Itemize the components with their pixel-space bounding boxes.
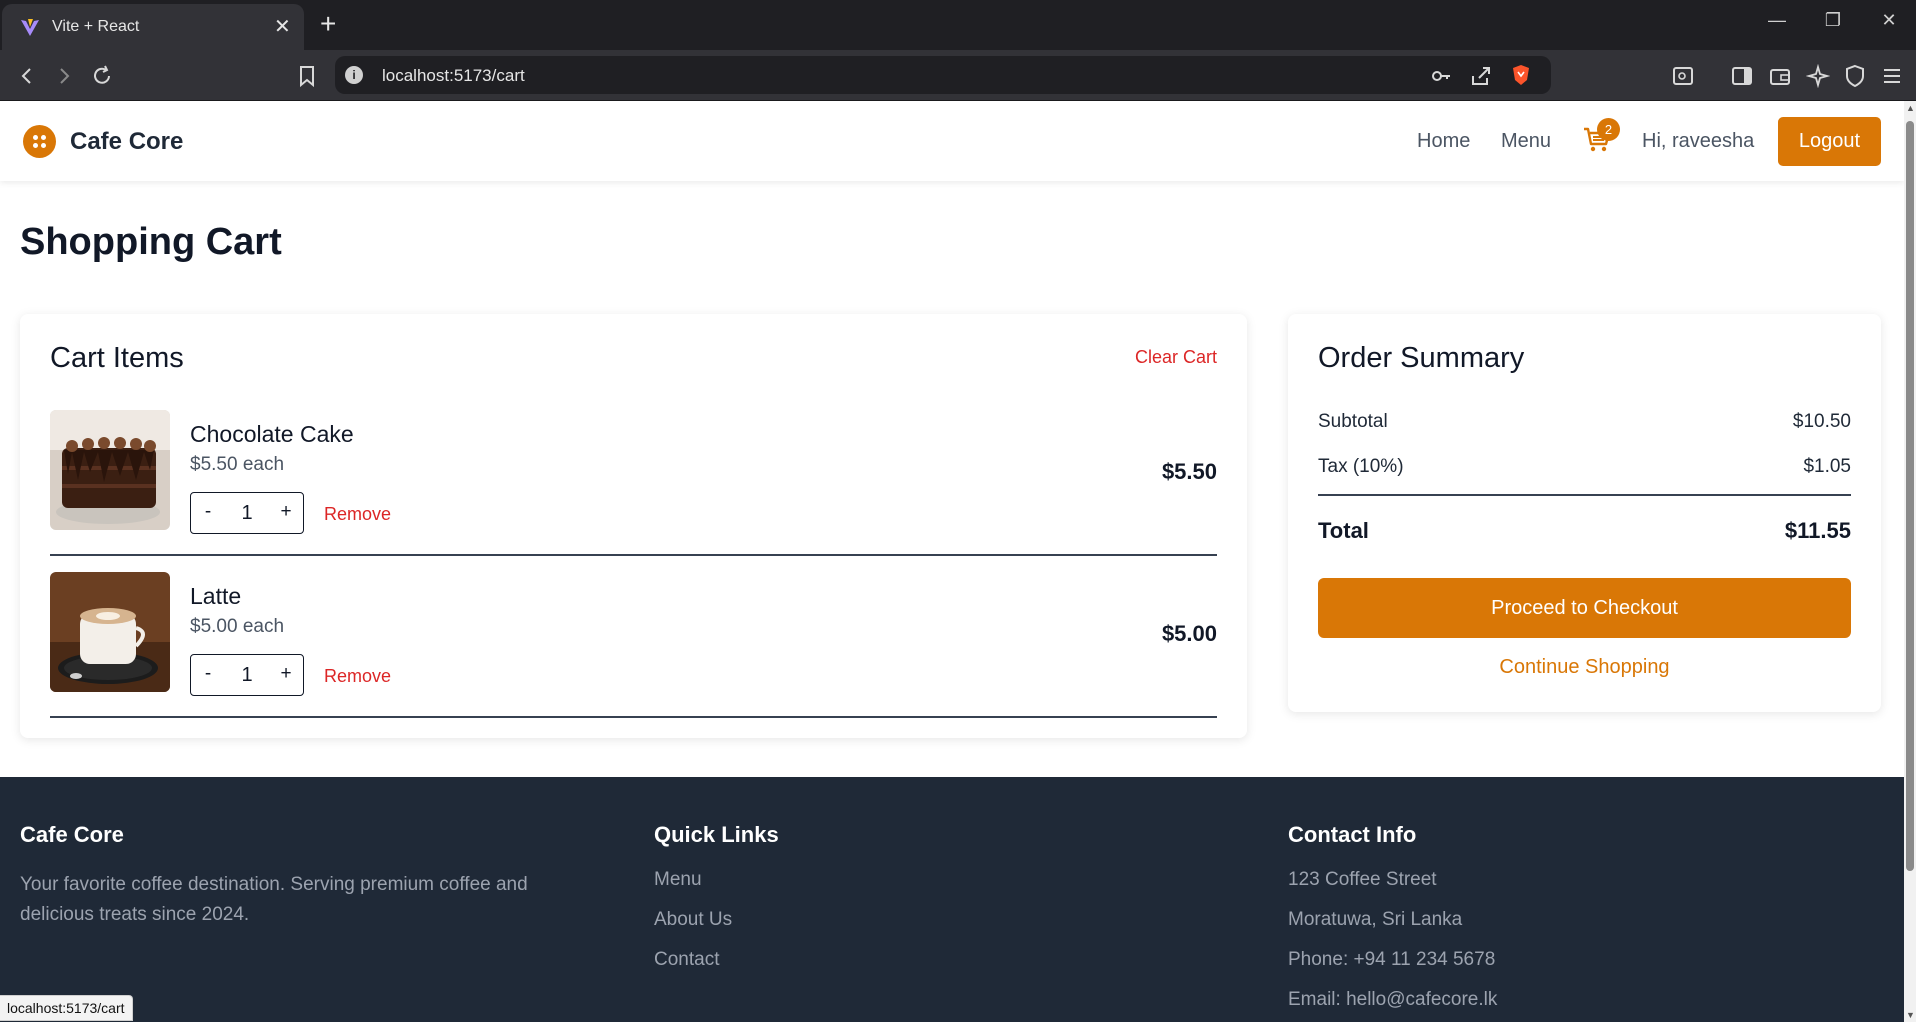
browser-toolbar: i localhost:5173/cart xyxy=(0,50,1916,101)
order-summary-title: Order Summary xyxy=(1318,342,1525,374)
footer-link-about-us[interactable]: About Us xyxy=(654,900,1214,940)
summary-divider xyxy=(1318,494,1851,496)
quantity-stepper: - 1 + xyxy=(190,654,304,696)
browser-tab[interactable]: Vite + React ✕ xyxy=(2,4,304,50)
order-summary-card: Order Summary Subtotal $10.50 Tax (10%) … xyxy=(1288,314,1881,712)
footer-brand: Cafe Core xyxy=(20,822,124,847)
user-greeting: Hi, raveesha xyxy=(1642,130,1755,152)
footer-quick-links: Quick Links Menu About Us Contact xyxy=(654,822,1214,980)
quantity-value: 1 xyxy=(241,664,253,686)
menu-icon[interactable] xyxy=(1880,64,1904,88)
decrease-qty-button[interactable]: - xyxy=(194,501,222,525)
total-value: $11.55 xyxy=(1784,518,1851,543)
nav-home-link[interactable]: Home xyxy=(1417,130,1470,153)
subtotal-row: Subtotal $10.50 xyxy=(1318,411,1851,433)
remove-item-button[interactable]: Remove xyxy=(324,504,391,525)
address-bar[interactable]: i localhost:5173/cart xyxy=(335,56,1551,94)
browser-tab-bar: Vite + React ✕ + — ❐ ✕ xyxy=(0,0,1916,50)
increase-qty-button[interactable]: + xyxy=(272,501,300,525)
tab-close-icon[interactable]: ✕ xyxy=(274,14,291,39)
search-tabs-icon[interactable] xyxy=(1671,64,1695,88)
scrollbar-thumb[interactable] xyxy=(1906,121,1914,871)
reload-icon[interactable] xyxy=(90,64,114,88)
site-footer: Cafe Core Your favorite coffee destinati… xyxy=(0,777,1904,1022)
vite-logo-icon xyxy=(21,19,39,36)
new-tab-icon[interactable]: + xyxy=(320,8,336,40)
quantity-value: 1 xyxy=(241,502,253,524)
logout-button[interactable]: Logout xyxy=(1778,117,1881,166)
chocolate-cake-image xyxy=(50,410,170,530)
quantity-stepper: - 1 + xyxy=(190,492,304,534)
tax-row: Tax (10%) $1.05 xyxy=(1318,456,1851,478)
scroll-down-icon[interactable]: ▼ xyxy=(1906,1010,1915,1020)
footer-contact-info: Contact Info 123 Coffee Street Moratuwa,… xyxy=(1288,822,1848,1020)
page-viewport: Cafe Core Home Menu 2 Hi, raveesha Logou… xyxy=(0,101,1904,1022)
item-unit-price: $5.50 each xyxy=(190,454,285,475)
nav-menu-link[interactable]: Menu xyxy=(1501,130,1551,153)
subtotal-label: Subtotal xyxy=(1318,411,1388,432)
tab-title: Vite + React xyxy=(52,18,140,35)
item-total: $5.00 xyxy=(1161,621,1217,646)
page-scrollbar[interactable]: ▲ ▼ xyxy=(1904,101,1916,1022)
footer-link-menu[interactable]: Menu xyxy=(654,860,1214,900)
brave-shield-icon[interactable] xyxy=(1509,63,1533,87)
cart-items-title: Cart Items xyxy=(50,342,184,374)
latte-image xyxy=(50,572,170,692)
link-status-bar: localhost:5173/cart xyxy=(0,995,133,1021)
cafe-logo-icon[interactable] xyxy=(23,125,56,158)
cart-item: Chocolate Cake $5.50 each - 1 + Remove $… xyxy=(50,394,1217,556)
cart-count-badge: 2 xyxy=(1597,118,1620,141)
increase-qty-button[interactable]: + xyxy=(272,663,300,687)
item-name: Latte xyxy=(190,583,242,609)
share-icon[interactable] xyxy=(1469,64,1493,88)
page-title: Shopping Cart xyxy=(20,221,282,263)
total-row: Total $11.55 xyxy=(1318,518,1851,544)
tax-value: $1.05 xyxy=(1803,456,1851,477)
remove-item-button[interactable]: Remove xyxy=(324,666,391,687)
wallet-icon[interactable] xyxy=(1768,64,1792,88)
sidebar-icon[interactable] xyxy=(1730,64,1754,88)
contact-email: Email: hello@cafecore.lk xyxy=(1288,989,1498,1010)
decrease-qty-button[interactable]: - xyxy=(194,663,222,687)
item-total: $5.50 xyxy=(1161,459,1217,484)
cart-item: Latte $5.00 each - 1 + Remove $5.00 xyxy=(50,556,1217,718)
url-text[interactable]: localhost:5173/cart xyxy=(382,66,525,86)
site-brand[interactable]: Cafe Core xyxy=(70,128,183,156)
contact-phone: Phone: +94 11 234 5678 xyxy=(1288,949,1496,970)
footer-description: Your favorite coffee destination. Servin… xyxy=(20,874,528,925)
site-info-icon[interactable]: i xyxy=(345,66,363,84)
site-navbar: Cafe Core Home Menu 2 Hi, raveesha Logou… xyxy=(0,101,1904,181)
item-name: Chocolate Cake xyxy=(190,421,354,447)
bookmark-icon[interactable] xyxy=(295,64,319,88)
footer-link-contact[interactable]: Contact xyxy=(654,940,1214,980)
continue-shopping-link[interactable]: Continue Shopping xyxy=(1318,656,1851,679)
quick-links-title: Quick Links xyxy=(654,822,779,847)
forward-icon[interactable] xyxy=(52,64,76,88)
key-icon[interactable] xyxy=(1429,64,1453,88)
item-unit-price: $5.00 each xyxy=(190,616,285,637)
scroll-up-icon[interactable]: ▲ xyxy=(1906,103,1915,113)
clear-cart-button[interactable]: Clear Cart xyxy=(1135,347,1217,368)
subtotal-value: $10.50 xyxy=(1792,411,1851,432)
proceed-to-checkout-button[interactable]: Proceed to Checkout xyxy=(1318,578,1851,638)
window-close-icon[interactable]: ✕ xyxy=(1874,10,1904,31)
back-icon[interactable] xyxy=(15,64,39,88)
cart-items-card: Cart Items Clear Cart Chocolate Cake $5.… xyxy=(20,314,1247,738)
total-label: Total xyxy=(1318,518,1369,543)
minimize-icon[interactable]: — xyxy=(1762,10,1792,31)
restore-icon[interactable]: ❐ xyxy=(1818,10,1848,31)
contact-address-line1: 123 Coffee Street xyxy=(1288,869,1437,890)
tax-label: Tax (10%) xyxy=(1318,456,1404,477)
leo-ai-icon[interactable] xyxy=(1806,64,1830,88)
contact-info-title: Contact Info xyxy=(1288,822,1417,847)
vpn-shield-icon[interactable] xyxy=(1843,64,1867,88)
contact-address-line2: Moratuwa, Sri Lanka xyxy=(1288,909,1463,930)
footer-about: Cafe Core Your favorite coffee destinati… xyxy=(20,822,580,930)
